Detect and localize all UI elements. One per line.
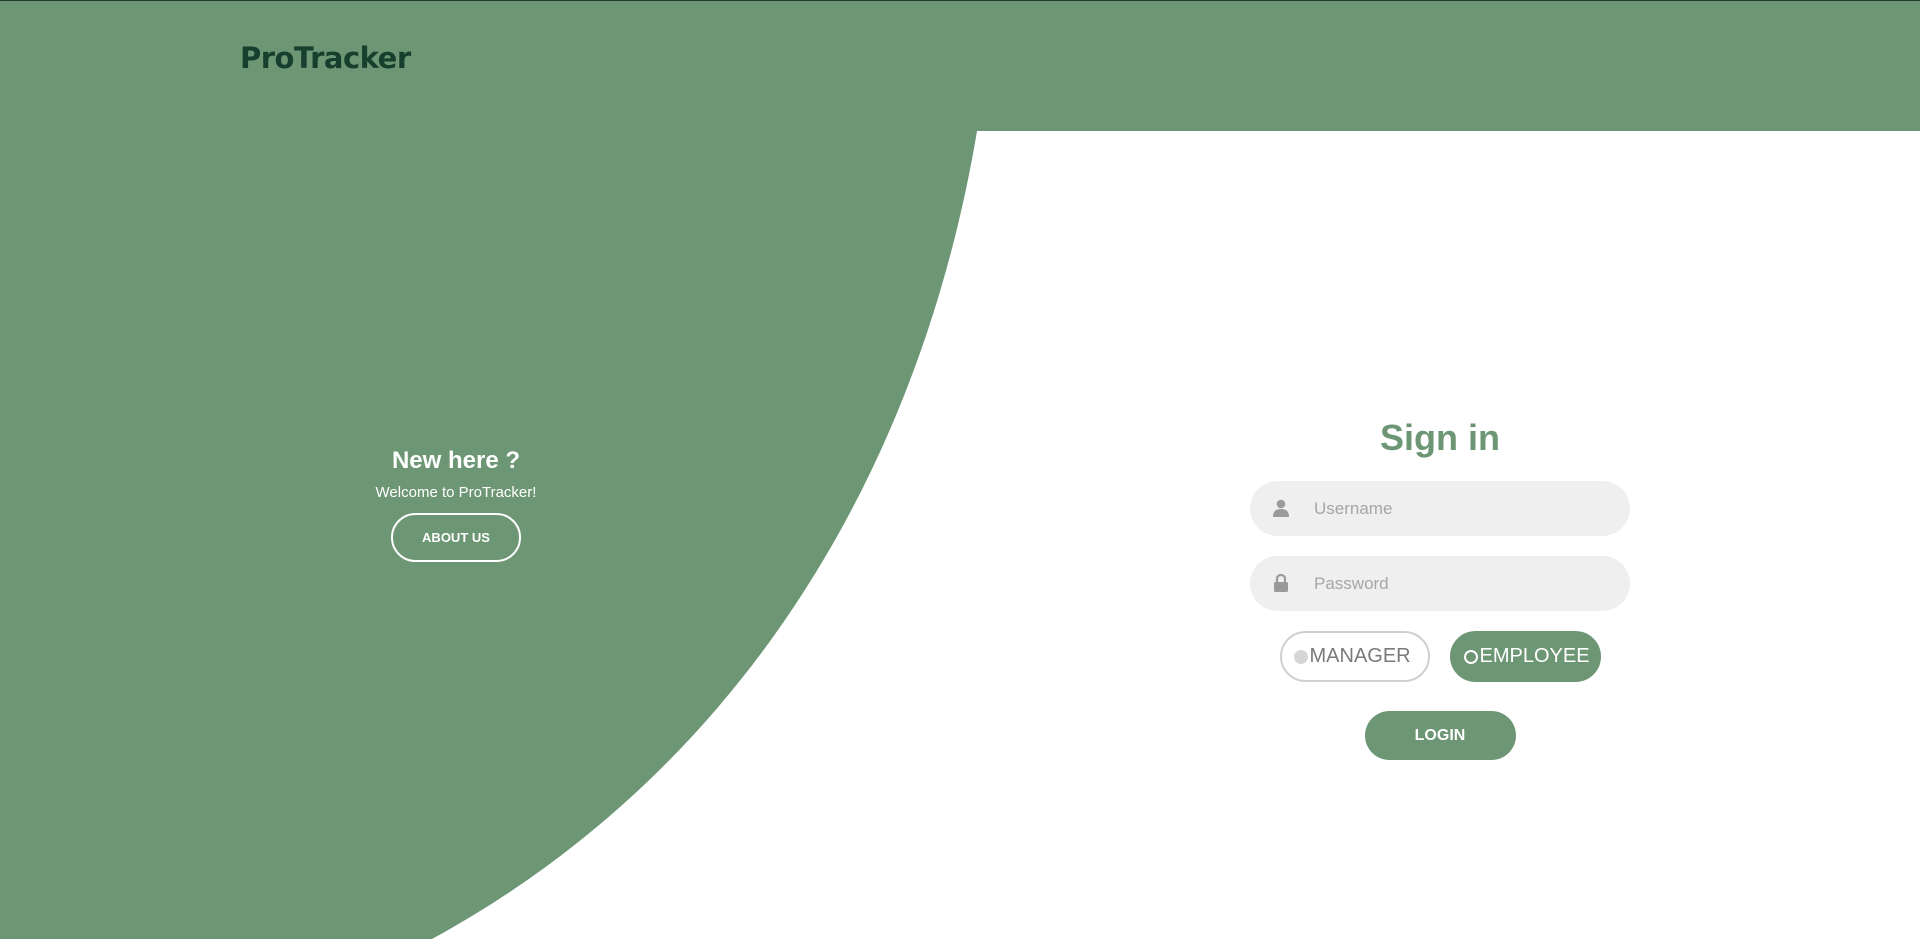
signin-form: Sign in MANAGER bbox=[1250, 413, 1630, 760]
role-employee-label: EMPLOYEE bbox=[1479, 645, 1590, 667]
login-button[interactable]: LOGIN bbox=[1364, 711, 1516, 760]
brand-logo: ProTracker bbox=[240, 41, 411, 75]
username-field[interactable] bbox=[1250, 481, 1630, 536]
welcome-subtitle: Welcome to ProTracker! bbox=[375, 484, 537, 501]
password-input[interactable] bbox=[1312, 562, 1606, 605]
signin-title: Sign in bbox=[1380, 417, 1500, 458]
password-field[interactable] bbox=[1250, 556, 1630, 611]
user-icon bbox=[1250, 499, 1312, 518]
employee-radio-icon bbox=[1463, 649, 1478, 664]
role-selector: MANAGER EMPLOYEE bbox=[1250, 631, 1630, 682]
manager-radio-icon bbox=[1293, 649, 1308, 664]
role-manager-option[interactable]: MANAGER bbox=[1279, 631, 1430, 682]
welcome-heading: New here ? bbox=[391, 447, 521, 474]
role-employee-option[interactable]: EMPLOYEE bbox=[1449, 631, 1601, 682]
welcome-panel: New here ? Welcome to ProTracker! ABOUT … bbox=[300, 441, 612, 562]
about-us-button[interactable]: ABOUT US bbox=[391, 513, 521, 562]
role-manager-label: MANAGER bbox=[1309, 645, 1411, 667]
background-curve bbox=[0, 1, 993, 939]
login-page: ProTracker New here ? Welcome to ProTrac… bbox=[0, 0, 1920, 939]
lock-icon bbox=[1250, 574, 1312, 593]
username-input[interactable] bbox=[1312, 487, 1606, 530]
